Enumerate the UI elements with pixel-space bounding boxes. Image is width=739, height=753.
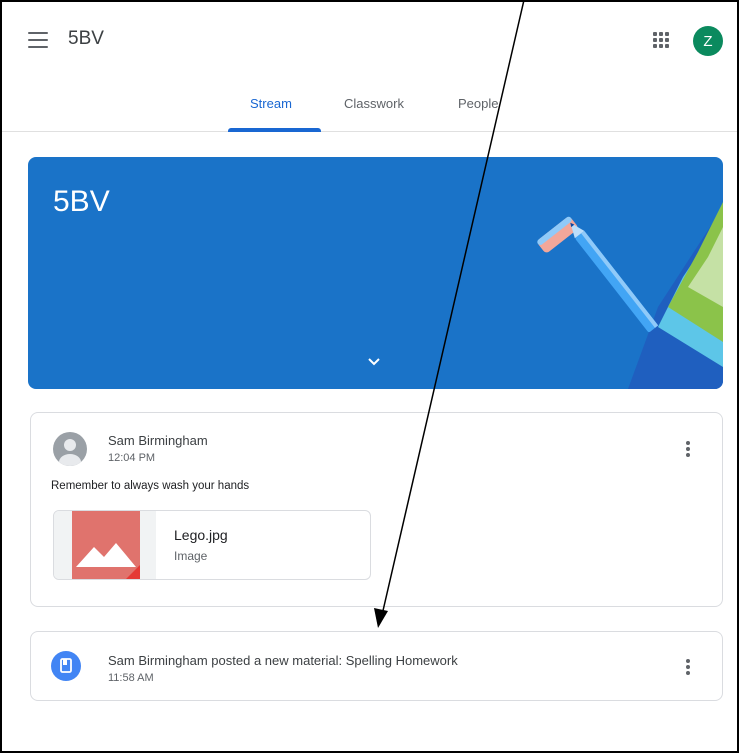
author-avatar[interactable] — [53, 432, 87, 466]
google-apps-icon[interactable] — [653, 32, 669, 48]
post-author: Sam Birmingham — [108, 433, 208, 448]
material-book-icon[interactable] — [51, 651, 81, 681]
attachment-type: Image — [174, 549, 208, 563]
attachment-name: Lego.jpg — [174, 527, 228, 543]
main-menu-icon[interactable] — [28, 32, 48, 48]
chevron-down-icon[interactable] — [365, 355, 383, 369]
post-time: 12:04 PM — [108, 452, 156, 464]
page-frame: 5BV Z Stream Classwork People 5BV Sam Bi… — [0, 0, 739, 753]
account-avatar[interactable]: Z — [693, 26, 723, 56]
class-banner: 5BV — [28, 157, 723, 389]
class-title[interactable]: 5BV — [68, 28, 104, 50]
image-icon — [76, 543, 140, 579]
post-text: Remember to always wash your hands — [51, 480, 250, 492]
material-title[interactable]: Sam Birmingham posted a new material: Sp… — [108, 653, 458, 668]
tab-classwork[interactable]: Classwork — [344, 96, 404, 111]
top-bar: 5BV Z — [2, 2, 737, 84]
tab-stream[interactable]: Stream — [250, 96, 292, 111]
banner-illustration — [537, 202, 723, 389]
tab-people[interactable]: People — [458, 96, 498, 111]
person-icon — [59, 439, 81, 466]
attachment-thumbnail — [54, 511, 156, 579]
banner-title: 5BV — [53, 185, 110, 218]
active-tab-indicator — [228, 128, 321, 132]
announcement-card: Sam Birmingham 12:04 PM Remember to alwa… — [30, 412, 723, 607]
more-options-icon[interactable] — [686, 441, 690, 457]
material-card[interactable]: Sam Birmingham posted a new material: Sp… — [30, 631, 723, 701]
more-options-icon[interactable] — [686, 659, 690, 675]
book-icon — [60, 658, 72, 673]
attachment-lego-jpg[interactable]: Lego.jpg Image — [53, 510, 371, 580]
material-time: 11:58 AM — [108, 672, 154, 684]
tab-bar: Stream Classwork People — [2, 84, 737, 132]
